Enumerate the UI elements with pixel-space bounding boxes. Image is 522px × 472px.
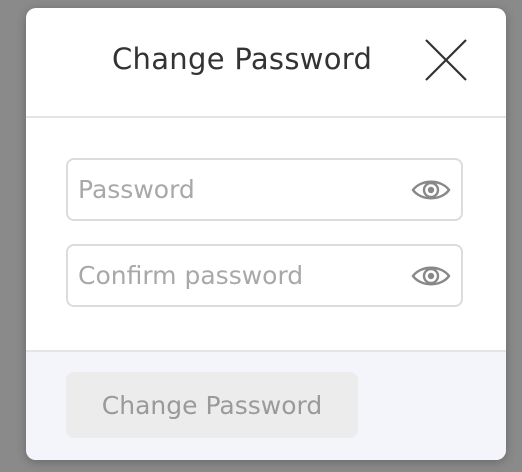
close-button[interactable]: [424, 38, 468, 82]
show-confirm-password-toggle[interactable]: [411, 261, 451, 291]
modal-title: Change Password: [112, 42, 373, 76]
close-icon: [425, 39, 467, 81]
modal-header: Change Password: [26, 8, 506, 118]
confirm-password-input[interactable]: [78, 246, 398, 305]
modal-body: [26, 118, 506, 350]
change-password-modal: Change Password Change Password: [26, 8, 506, 460]
modal-footer: Change Password: [26, 350, 506, 460]
eye-icon: [411, 266, 451, 286]
password-field: [66, 158, 463, 221]
eye-icon: [411, 180, 451, 200]
change-password-button[interactable]: Change Password: [66, 372, 358, 438]
show-password-toggle[interactable]: [411, 175, 451, 205]
password-input[interactable]: [78, 160, 398, 219]
confirm-password-field: [66, 244, 463, 307]
